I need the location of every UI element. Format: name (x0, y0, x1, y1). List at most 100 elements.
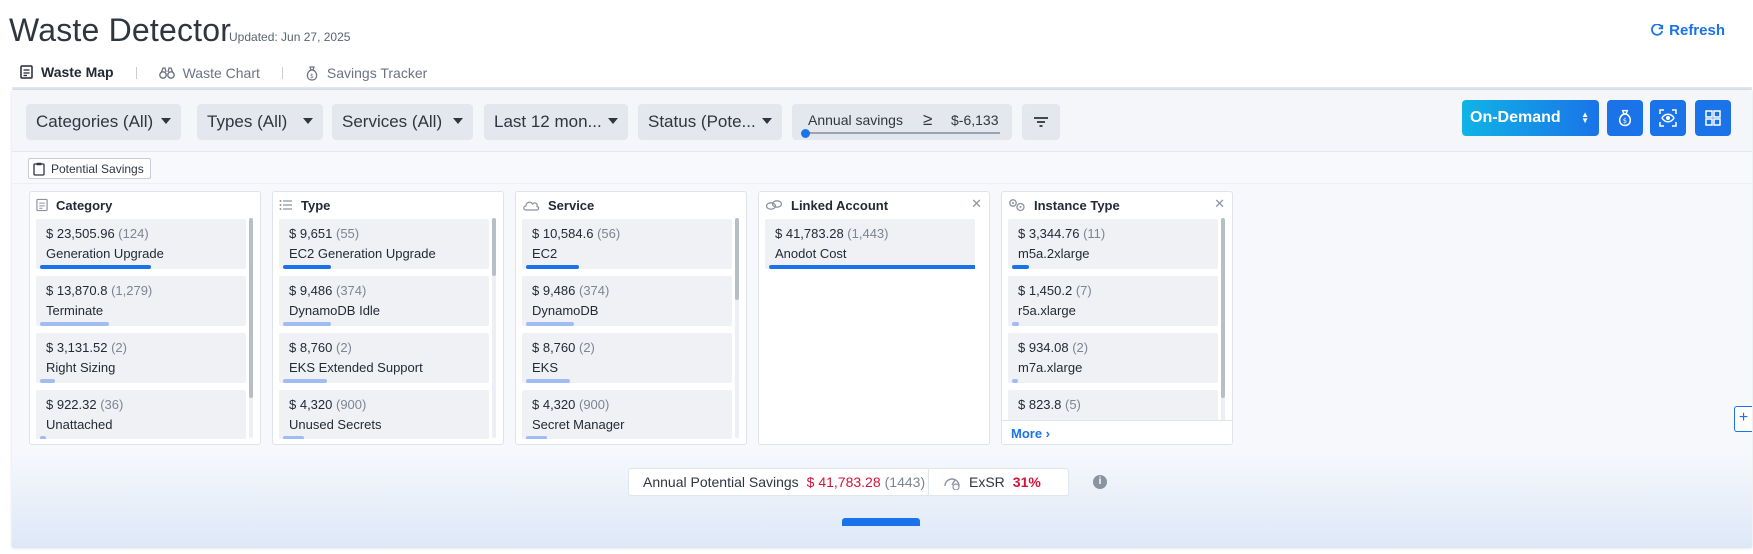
list-item[interactable]: $ 4,320 (900) Unused Secrets (279, 390, 489, 439)
item-savings: $ 4,320 (532, 397, 579, 412)
list-item[interactable]: $ 13,870.8 (1,279) Terminate (36, 276, 246, 326)
view-toggle-button[interactable] (1650, 100, 1686, 136)
item-count: (2) (111, 340, 127, 355)
savings-share-bar (40, 379, 55, 383)
scrollbar-thumb[interactable] (249, 218, 253, 398)
card-scrollbar[interactable] (1221, 218, 1225, 438)
caret-down-icon (303, 118, 313, 124)
list-item[interactable]: $ 1,450.2 (7) r5a.xlarge (1008, 276, 1218, 326)
card-title: Service (548, 197, 595, 213)
eye-scan-icon (1659, 109, 1677, 127)
list-item[interactable]: $ 8,760 (2) EKS (522, 333, 732, 383)
card-scrollbar[interactable] (492, 218, 496, 438)
add-card-button[interactable]: + (1734, 406, 1752, 432)
item-count: (55) (336, 226, 360, 241)
list-item[interactable]: $ 9,486 (374) DynamoDB Idle (279, 276, 489, 326)
status-filter[interactable]: Status (Pote... (638, 104, 782, 140)
summary-footer: Annual Potential Savings $ 41,783.28 (14… (12, 452, 1752, 548)
summary-label: Annual Potential Savings (643, 474, 799, 490)
gears-icon (1008, 198, 1026, 212)
card-type: Type $ 9,651 (55) EC2 Generation Upgrade $ … (272, 191, 504, 445)
savings-share-bar (526, 379, 570, 383)
close-icon[interactable]: ✕ (1214, 196, 1225, 212)
close-footer-tab[interactable] (842, 518, 920, 526)
savings-share-bar (526, 265, 579, 269)
item-amount: $ 9,651 (55) (289, 226, 359, 241)
item-name: Right Sizing (46, 360, 116, 375)
list-item[interactable]: $ 41,783.28 (1,443) Anodot Cost (765, 219, 975, 269)
item-count: (2) (579, 340, 595, 355)
item-name: Unattached (46, 417, 113, 432)
card-item-list: $ 41,783.28 (1,443) Anodot Cost (765, 219, 975, 439)
period-filter-label: Last 12 mon... (494, 112, 602, 131)
item-count: (2) (1072, 340, 1089, 355)
tab-waste-chart[interactable]: Waste Chart (151, 62, 268, 90)
item-savings: $ 9,651 (289, 226, 336, 241)
list-item[interactable]: $ 3,131.52 (2) Right Sizing (36, 333, 246, 383)
services-filter[interactable]: Services (All) (332, 104, 473, 140)
sort-button[interactable] (1022, 104, 1060, 140)
caret-down-icon (453, 118, 463, 124)
tab-waste-map[interactable]: Waste Map (12, 62, 122, 90)
types-filter[interactable]: Types (All) (197, 104, 323, 140)
pricing-mode-select[interactable]: On-Demand ▲ ▼ (1462, 100, 1599, 136)
slider-track[interactable] (804, 132, 1000, 134)
layout-grid-button[interactable] (1695, 100, 1731, 136)
savings-bag-button[interactable]: $ (1607, 100, 1643, 136)
list-item[interactable]: $ 9,651 (55) EC2 Generation Upgrade (279, 219, 489, 269)
slider-operator: ≥ (923, 110, 933, 129)
item-amount: $ 4,320 (900) (289, 397, 366, 412)
list-item[interactable]: $ 9,486 (374) DynamoDB (522, 276, 732, 326)
annual-savings-slider[interactable]: Annual savings ≥ $-6,133 (792, 104, 1012, 140)
potential-savings-chip[interactable]: Potential Savings (28, 158, 151, 179)
item-name: DynamoDB Idle (289, 303, 381, 318)
scrollbar-thumb[interactable] (735, 218, 739, 300)
pricing-mode-value: On-Demand (1470, 109, 1561, 126)
view-tabs: Waste Map Waste Chart $ Savings Tracker (12, 62, 435, 90)
tab-savings-tracker[interactable]: $ Savings Tracker (297, 62, 435, 90)
item-amount: $ 9,486 (374) (289, 283, 366, 298)
item-name: m7a.xlarge (1018, 360, 1083, 375)
caret-down-icon (762, 118, 772, 124)
money-bag-icon: $ (306, 65, 318, 81)
list-item[interactable]: $ 4,320 (900) Secret Manager (522, 390, 732, 439)
item-savings: $ 23,505.96 (46, 226, 119, 241)
updown-icon: ▲ ▼ (1581, 110, 1589, 125)
period-filter[interactable]: Last 12 mon... (484, 104, 628, 140)
sort-lines-icon (1034, 117, 1048, 127)
item-savings: $ 922.32 (46, 397, 101, 412)
list-item[interactable]: $ 8,760 (2) EKS Extended Support (279, 333, 489, 383)
item-amount: $ 4,320 (900) (532, 397, 609, 412)
services-filter-label: Services (All) (342, 112, 443, 131)
categories-filter[interactable]: Categories (All) (26, 104, 181, 140)
item-amount: $ 23,505.96 (124) (46, 226, 149, 241)
item-amount: $ 3,131.52 (2) (46, 340, 127, 355)
money-bag-icon: $ (1618, 109, 1632, 127)
more-link[interactable]: More › (1002, 420, 1232, 444)
binoculars-icon (158, 67, 175, 79)
list-item[interactable]: $ 10,584.6 (56) EC2 (522, 219, 732, 269)
list-item[interactable]: $ 23,505.96 (124) Generation Upgrade (36, 219, 246, 269)
slider-handle[interactable] (801, 129, 810, 138)
page-header: Waste Detector Updated: Jun 27, 2025 Ref… (0, 0, 1753, 60)
refresh-button[interactable]: Refresh (1650, 22, 1725, 39)
item-savings: $ 3,344.76 (1018, 226, 1084, 241)
item-savings: $ 8,760 (532, 340, 579, 355)
close-icon[interactable]: ✕ (971, 196, 982, 212)
list-item[interactable]: $ 934.08 (2) m7a.xlarge (1008, 333, 1218, 383)
list-item[interactable]: $ 922.32 (36) Unattached (36, 390, 246, 439)
card-linked-account: Linked Account ✕ $ 41,783.28 (1,443) Anodot… (758, 191, 990, 445)
exsr-value: 31% (1012, 474, 1041, 490)
savings-share-bar (1012, 379, 1018, 383)
scrollbar-thumb[interactable] (492, 218, 496, 276)
list-item[interactable]: $ 3,344.76 (11) m5a.2xlarge (1008, 219, 1218, 269)
scrollbar-thumb[interactable] (1221, 218, 1225, 398)
item-savings: $ 41,783.28 (775, 226, 848, 241)
card-scrollbar[interactable] (735, 218, 739, 438)
card-item-list: $ 23,505.96 (124) Generation Upgrade $ 13,… (36, 219, 246, 439)
savings-share-bar (1012, 265, 1029, 269)
document-icon (20, 64, 33, 79)
item-count: (124) (118, 226, 149, 241)
card-scrollbar[interactable] (249, 218, 253, 438)
info-icon[interactable]: i (1093, 475, 1107, 489)
